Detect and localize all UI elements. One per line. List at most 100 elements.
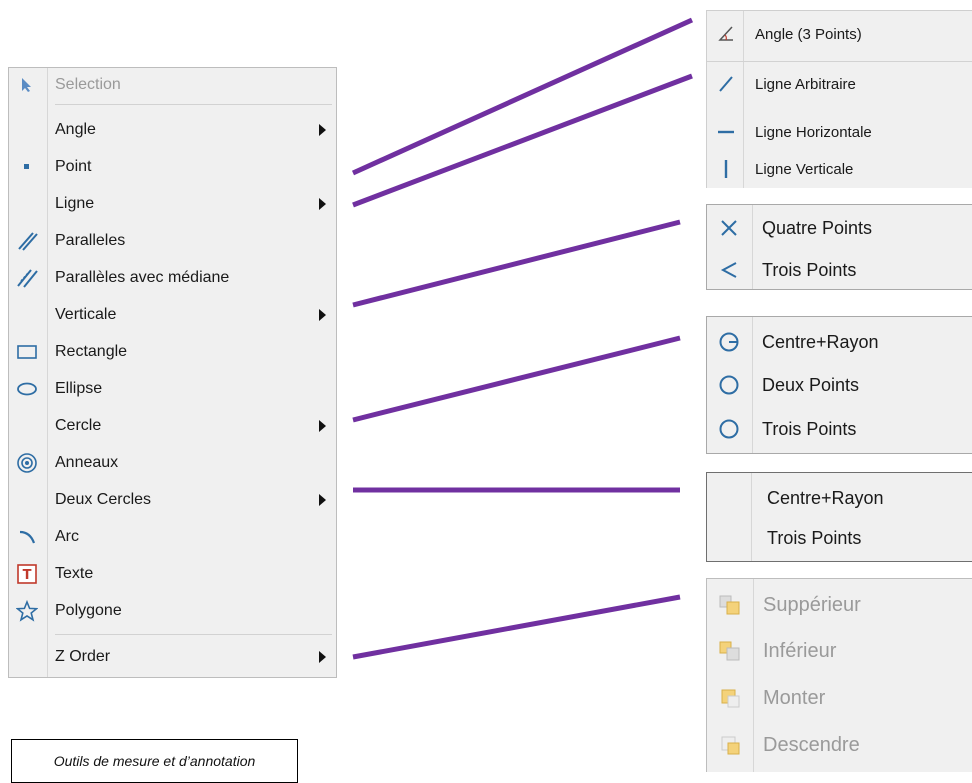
submenu-item-label: Centre+Rayon — [767, 487, 884, 508]
menu-item-label: Angle — [55, 121, 96, 138]
menu-item-arc[interactable]: Arc — [9, 520, 336, 554]
circle-three-points-icon — [717, 417, 741, 441]
rectangle-icon — [15, 341, 39, 363]
submenu-item-ligne-horizontale[interactable]: Ligne Horizontale — [707, 115, 972, 149]
menu-item-selection[interactable]: Selection — [9, 68, 336, 102]
menu-item-rectangle[interactable]: Rectangle — [9, 335, 336, 369]
connector-cercle — [352, 335, 681, 423]
menu-item-ellipse[interactable]: Ellipse — [9, 372, 336, 406]
diagonal-line-icon — [715, 73, 737, 95]
menu-item-anneaux[interactable]: Anneaux — [9, 446, 336, 480]
submenu-item-label: Centre+Rayon — [762, 331, 879, 352]
menu-item-label: Arc — [55, 528, 79, 545]
menu-item-texte[interactable]: T Texte — [9, 557, 336, 591]
menu-item-polygone[interactable]: Polygone — [9, 594, 336, 628]
submenu-arrow-icon — [319, 309, 326, 321]
submenu-item-deux-points[interactable]: Deux Points — [707, 368, 972, 402]
submenu-item-label: Ligne Verticale — [755, 160, 854, 178]
menu-item-cercle[interactable]: Cercle — [9, 409, 336, 443]
connector-verticale — [352, 219, 681, 308]
menu-item-label: Deux Cercles — [55, 491, 152, 508]
cross-x-icon — [717, 216, 741, 240]
menu-item-label: Paralleles — [55, 232, 126, 249]
menu-item-paralleles-mediane[interactable]: Parallèles avec médiane — [9, 261, 336, 295]
menu-item-label: Polygone — [55, 602, 122, 619]
menu-item-label: Rectangle — [55, 343, 128, 360]
submenu-verticale: Quatre Points Trois Points — [706, 204, 972, 290]
submenu-item-angle-3-points[interactable]: Angle (3 Points) — [707, 17, 972, 51]
submenu-item-trois-points-cercle[interactable]: Trois Points — [707, 412, 972, 446]
menu-item-ligne[interactable]: Ligne — [9, 187, 336, 221]
submenu-item-label: Trois Points — [762, 418, 857, 439]
menu-item-verticale[interactable]: Verticale — [9, 298, 336, 332]
submenu-item-label: Trois Points — [762, 259, 857, 280]
caption-box: Outils de mesure et d’annotation — [11, 739, 298, 783]
cursor-arrow-icon — [17, 75, 37, 95]
submenu-item-superieur[interactable]: Suppérieur — [707, 585, 972, 625]
submenu-angle-ligne: Angle (3 Points) Ligne Arbitraire Ligne … — [706, 10, 972, 188]
menu-item-paralleles[interactable]: Paralleles — [9, 224, 336, 258]
rings-icon — [15, 452, 39, 474]
submenu-item-descendre[interactable]: Descendre — [707, 725, 972, 765]
polygon-star-icon — [15, 600, 39, 622]
menu-separator — [55, 634, 332, 635]
submenu-cercle: Centre+Rayon Deux Points Trois Points — [706, 316, 972, 454]
angle-icon — [715, 23, 737, 45]
ellipse-icon — [15, 378, 39, 400]
menu-item-label: Texte — [55, 565, 94, 582]
circle-two-points-icon — [717, 373, 741, 397]
menu-item-label: Z Order — [55, 648, 111, 665]
bring-to-front-icon — [717, 592, 743, 618]
menu-item-label: Ligne — [55, 195, 95, 212]
submenu-item-centre-rayon[interactable]: Centre+Rayon — [707, 325, 972, 359]
text-icon: T — [15, 563, 39, 585]
parallel-lines-icon — [15, 230, 39, 252]
menu-item-label: Point — [55, 158, 92, 175]
send-backward-icon — [717, 732, 743, 758]
menu-item-label: Selection — [55, 76, 121, 93]
menu-item-label: Ellipse — [55, 380, 103, 397]
submenu-item-deux-cercles-centre-rayon[interactable]: Centre+Rayon — [707, 481, 972, 515]
menu-item-deux-cercles[interactable]: Deux Cercles — [9, 483, 336, 517]
menu-separator — [707, 61, 972, 62]
submenu-item-label: Ligne Horizontale — [755, 123, 872, 141]
submenu-arrow-icon — [319, 198, 326, 210]
menu-item-label: Verticale — [55, 306, 117, 323]
submenu-item-ligne-verticale[interactable]: Ligne Verticale — [707, 152, 972, 186]
submenu-item-label: Descendre — [763, 733, 860, 756]
submenu-item-inferieur[interactable]: Inférieur — [707, 631, 972, 671]
arc-icon — [15, 526, 39, 548]
context-menu: Selection Angle Point Ligne Paralleles P… — [8, 67, 337, 678]
submenu-item-label: Suppérieur — [763, 593, 861, 616]
menu-item-label: Parallèles avec médiane — [55, 269, 230, 286]
menu-item-point[interactable]: Point — [9, 150, 336, 184]
menu-item-z-order[interactable]: Z Order — [9, 640, 336, 674]
chevron-left-icon — [717, 258, 741, 282]
submenu-item-label: Deux Points — [762, 374, 860, 395]
submenu-arrow-icon — [319, 651, 326, 663]
menu-item-label: Anneaux — [55, 454, 119, 471]
submenu-deux-cercles: Centre+Rayon Trois Points — [706, 472, 972, 562]
submenu-item-ligne-arbitraire[interactable]: Ligne Arbitraire — [707, 67, 972, 101]
submenu-item-deux-cercles-trois-points[interactable]: Trois Points — [707, 521, 972, 555]
menu-separator — [55, 104, 332, 105]
connector-z-order — [352, 594, 681, 660]
circle-radius-icon — [717, 330, 741, 354]
submenu-item-label: Quatre Points — [762, 217, 873, 238]
menu-item-label: Cercle — [55, 417, 102, 434]
vertical-line-icon — [715, 158, 737, 180]
submenu-item-trois-points[interactable]: Trois Points — [707, 253, 972, 287]
submenu-item-label: Monter — [763, 686, 826, 709]
send-to-back-icon — [717, 638, 743, 664]
point-icon — [17, 157, 37, 177]
submenu-item-quatre-points[interactable]: Quatre Points — [707, 211, 972, 245]
submenu-arrow-icon — [319, 420, 326, 432]
submenu-item-monter[interactable]: Monter — [707, 678, 972, 718]
submenu-item-label: Inférieur — [763, 639, 837, 662]
horizontal-line-icon — [715, 121, 737, 143]
submenu-item-label: Ligne Arbitraire — [755, 75, 856, 93]
bring-forward-icon — [717, 685, 743, 711]
svg-text:T: T — [23, 568, 32, 583]
submenu-z-order: Suppérieur Inférieur Monter Descendre — [706, 578, 972, 772]
menu-item-angle[interactable]: Angle — [9, 113, 336, 147]
